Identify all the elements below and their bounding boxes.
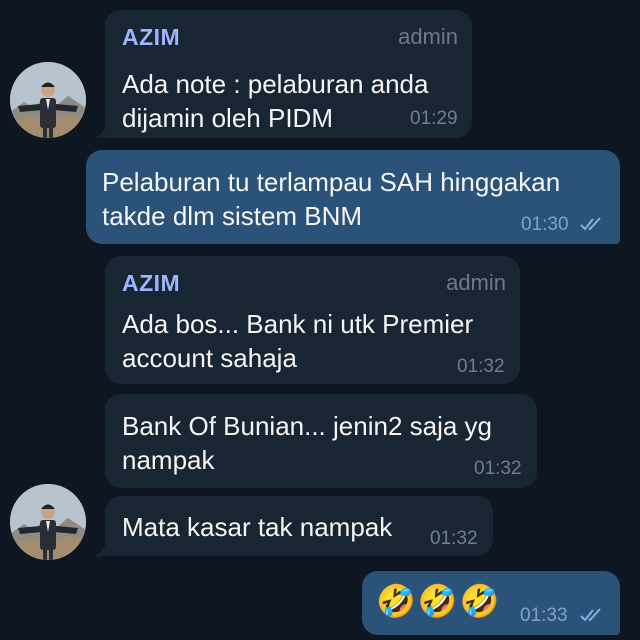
double-check-icon bbox=[580, 608, 601, 622]
message-text-line: Ada note : pelaburan anda bbox=[122, 69, 429, 99]
sender-role-badge: admin bbox=[446, 270, 506, 295]
bubble-tail bbox=[95, 124, 107, 138]
message-timestamp: 01:30 bbox=[521, 214, 569, 235]
message-bubble-incoming[interactable]: AZIM admin Ada bos... Bank ni utk Premie… bbox=[105, 256, 520, 384]
user-avatar-icon[interactable] bbox=[10, 484, 86, 560]
sender-role-badge: admin bbox=[398, 24, 458, 49]
message-timestamp: 01:29 bbox=[410, 108, 458, 129]
sender-name[interactable]: AZIM bbox=[122, 270, 180, 297]
chat-message-list[interactable]: AZIM admin Ada note : pelaburan anda dij… bbox=[0, 0, 640, 640]
message-text-line: Ada bos... Bank ni utk Premier bbox=[122, 309, 474, 339]
message-bubble-outgoing[interactable]: 🤣🤣🤣 01:33 bbox=[362, 571, 620, 635]
message-text-line: Bank Of Bunian... jenin2 saja yg bbox=[122, 411, 493, 441]
message-header: AZIM admin bbox=[122, 24, 458, 50]
message-text-line: nampak bbox=[122, 445, 215, 475]
message-timestamp: 01:33 bbox=[520, 605, 568, 626]
message-bubble-outgoing[interactable]: Pelaburan tu terlampau SAH hinggakan tak… bbox=[86, 150, 620, 244]
message-header: AZIM admin bbox=[122, 270, 506, 296]
user-avatar-icon[interactable] bbox=[10, 62, 86, 138]
message-timestamp: 01:32 bbox=[474, 458, 522, 479]
message-text-line: Pelaburan tu terlampau SAH hinggakan bbox=[102, 167, 561, 197]
double-check-icon bbox=[580, 217, 601, 231]
message-text-line: account sahaja bbox=[122, 343, 297, 373]
message-bubble-incoming[interactable]: AZIM admin Ada note : pelaburan anda dij… bbox=[95, 10, 472, 138]
message-bubble-incoming[interactable]: Bank Of Bunian... jenin2 saja yg nampak … bbox=[105, 394, 537, 488]
message-bubble-incoming[interactable]: Mata kasar tak nampak 01:32 bbox=[95, 496, 493, 556]
bubble-tail bbox=[95, 542, 107, 556]
emoji-message: 🤣🤣🤣 bbox=[376, 582, 502, 620]
message-timestamp: 01:32 bbox=[457, 356, 505, 377]
message-text-line: takde dlm sistem BNM bbox=[102, 201, 363, 231]
message-timestamp: 01:32 bbox=[430, 528, 478, 549]
sender-name[interactable]: AZIM bbox=[122, 24, 180, 51]
message-text-line: dijamin oleh PIDM bbox=[122, 103, 333, 133]
message-text-line: Mata kasar tak nampak bbox=[122, 512, 393, 542]
